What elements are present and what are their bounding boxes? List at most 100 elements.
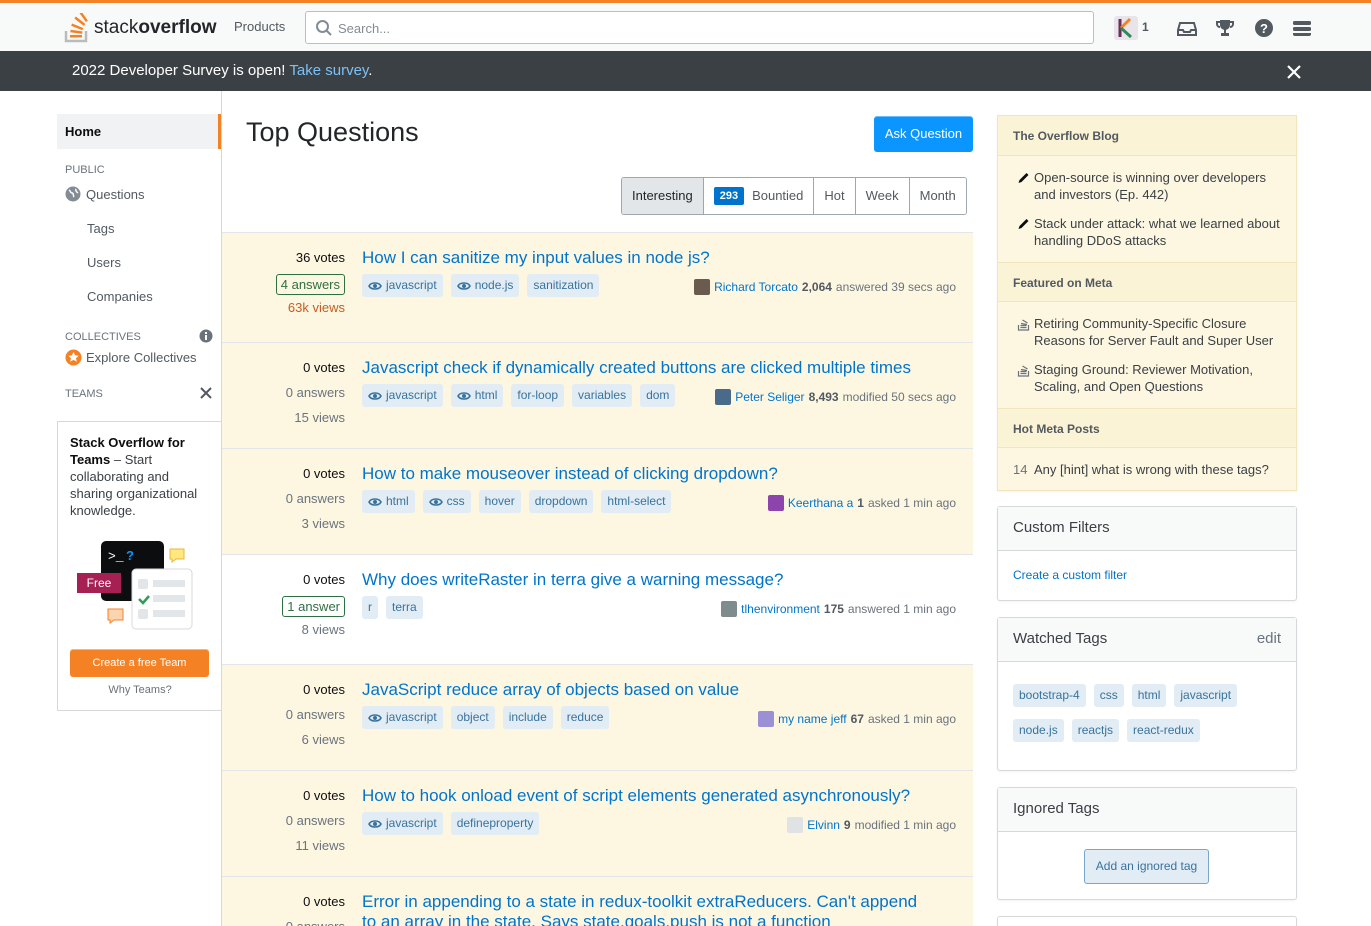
edit-watched-link[interactable]: edit	[1257, 630, 1281, 647]
nav-home[interactable]: Home	[57, 114, 221, 149]
tag-object[interactable]: object	[450, 706, 495, 729]
user-avatar[interactable]	[758, 711, 775, 727]
meta-item[interactable]: Retiring Community-Specific Closure Reas…	[998, 315, 1296, 349]
watched-tag[interactable]: html	[1131, 684, 1167, 707]
close-icon[interactable]	[200, 387, 212, 399]
create-team-button[interactable]: Create a free Team	[70, 649, 209, 677]
tag-html-select[interactable]: html-select	[601, 490, 672, 513]
user-link[interactable]: Elvinn	[807, 818, 840, 832]
tag-node.js[interactable]: node.js	[450, 274, 520, 297]
question-meta: Elvinn 9 modified 1 min ago	[787, 817, 956, 833]
watched-eye-icon	[368, 819, 382, 828]
ask-question-button[interactable]: Ask Question	[874, 116, 973, 152]
tag-javascript[interactable]: javascript	[362, 274, 443, 297]
help-icon[interactable]: ?	[1254, 18, 1274, 38]
tab-bountied[interactable]: 293 Bountied	[703, 178, 815, 214]
tab-hot[interactable]: Hot	[814, 178, 856, 214]
tag-javascript[interactable]: javascript	[362, 706, 443, 729]
tag-hover[interactable]: hover	[478, 490, 521, 513]
user-avatar[interactable]	[694, 279, 711, 295]
user-avatar[interactable]	[787, 817, 804, 833]
products-link[interactable]: Products	[226, 13, 293, 40]
tag-r[interactable]: r	[362, 596, 378, 619]
question-row: 0 votes 0 answers 15 views Javascript ch…	[222, 342, 973, 448]
close-icon[interactable]	[1286, 64, 1302, 80]
trophy-icon[interactable]	[1215, 18, 1235, 38]
site-switcher-icon[interactable]	[1292, 18, 1312, 38]
tag-reduce[interactable]: reduce	[560, 706, 610, 729]
question-title-link[interactable]: JavaScript reduce array of objects based…	[362, 680, 932, 700]
tag-sanitization[interactable]: sanitization	[527, 274, 600, 297]
watched-tag[interactable]: react-redux	[1127, 719, 1200, 742]
stackoverflow-logo[interactable]: stackoverflow	[64, 12, 216, 44]
watched-eye-icon	[456, 281, 471, 290]
question-tags: javascript node.js sanitization	[362, 274, 607, 297]
nav-users[interactable]: Users	[57, 245, 221, 279]
create-filter-link[interactable]: Create a custom filter	[998, 551, 1296, 599]
search-input[interactable]	[338, 17, 1078, 39]
inbox-icon[interactable]	[1177, 18, 1197, 38]
add-ignored-tag-button[interactable]: Add an ignored tag	[1084, 849, 1209, 884]
tag-css[interactable]: css	[422, 490, 471, 513]
vote-count: 0 votes	[303, 788, 345, 803]
question-title-link[interactable]: How I can sanitize my input values in no…	[362, 248, 932, 268]
nav-questions[interactable]: Questions	[57, 177, 221, 211]
nav-companies[interactable]: Companies	[57, 279, 221, 313]
tag-javascript[interactable]: javascript	[362, 384, 443, 407]
question-title-link[interactable]: How to hook onload event of script eleme…	[362, 786, 932, 806]
why-teams-link[interactable]: Why Teams?	[58, 684, 222, 696]
user-link[interactable]: Keerthana a	[788, 496, 853, 510]
user-link[interactable]: my name jeff	[778, 712, 846, 726]
tab-week[interactable]: Week	[855, 178, 910, 214]
question-title-link[interactable]: Why does writeRaster in terra give a war…	[362, 570, 932, 590]
watched-tag[interactable]: bootstrap-4	[1013, 684, 1086, 707]
tab-interesting[interactable]: Interesting	[622, 178, 704, 214]
tag-for-loop[interactable]: for-loop	[511, 384, 565, 407]
nav-explore-collectives[interactable]: Explore Collectives	[57, 347, 221, 367]
question-title-link[interactable]: Error in appending to a state in redux-t…	[362, 892, 932, 926]
take-survey-link[interactable]: Take survey	[289, 62, 368, 79]
hot-meta-title: Hot Meta Posts	[998, 408, 1296, 448]
watched-tag[interactable]: javascript	[1174, 684, 1238, 707]
watched-tag[interactable]: node.js	[1013, 719, 1064, 742]
question-title-link[interactable]: How to make mouseover instead of clickin…	[362, 464, 932, 484]
question-stats: 0 votes 0 answers	[222, 893, 345, 926]
question-filters: Interesting 293 Bountied Hot Week Month	[621, 177, 967, 215]
tag-variables[interactable]: variables	[572, 384, 633, 407]
tag-javascript[interactable]: javascript	[362, 812, 443, 835]
question-title-link[interactable]: Javascript check if dynamically created …	[362, 358, 932, 378]
watched-eye-icon	[456, 391, 471, 400]
tag-html[interactable]: html	[450, 384, 504, 407]
tab-month[interactable]: Month	[909, 178, 966, 214]
user-avatar[interactable]	[1114, 16, 1138, 40]
tag-html[interactable]: html	[362, 490, 415, 513]
search-box[interactable]	[305, 11, 1094, 44]
watched-tags-header: Watched Tags edit	[998, 618, 1296, 662]
blog-item[interactable]: Stack under attack: what we learned abou…	[998, 215, 1296, 249]
user-avatar[interactable]	[721, 601, 738, 617]
user-link[interactable]: Richard Torcato	[714, 280, 798, 294]
survey-banner: 2022 Developer Survey is open! Take surv…	[0, 51, 1371, 91]
watched-tag[interactable]: reactjs	[1071, 719, 1120, 742]
meta-item[interactable]: Staging Ground: Reviewer Motivation, Sca…	[998, 361, 1296, 395]
nav-tags[interactable]: Tags	[57, 211, 221, 245]
answer-count: 0 answers	[285, 491, 345, 506]
blog-item[interactable]: Open-source is winning over developers a…	[998, 169, 1296, 203]
tag-include[interactable]: include	[502, 706, 553, 729]
hot-meta-item[interactable]: 14 Any [hint] what is wrong with these t…	[998, 461, 1296, 478]
ignored-tags-title: Ignored Tags	[998, 788, 1296, 832]
watched-tag[interactable]: css	[1093, 684, 1124, 707]
tag-dropdown[interactable]: dropdown	[528, 490, 594, 513]
vote-count: 0 votes	[303, 572, 345, 587]
info-icon[interactable]	[199, 329, 213, 343]
user-avatar[interactable]	[767, 495, 784, 511]
user-avatar[interactable]	[715, 389, 732, 405]
user-link[interactable]: tlhenvironment	[741, 602, 820, 616]
nav-questions-label: Questions	[86, 186, 145, 202]
tag-defineproperty[interactable]: defineproperty	[450, 812, 540, 835]
tag-terra[interactable]: terra	[386, 596, 423, 619]
banner-text: 2022 Developer Survey is open! Take surv…	[72, 62, 373, 79]
tag-dom[interactable]: dom	[640, 384, 676, 407]
question-activity: asked 1 min ago	[867, 712, 956, 726]
user-link[interactable]: Peter Seliger	[735, 390, 804, 404]
